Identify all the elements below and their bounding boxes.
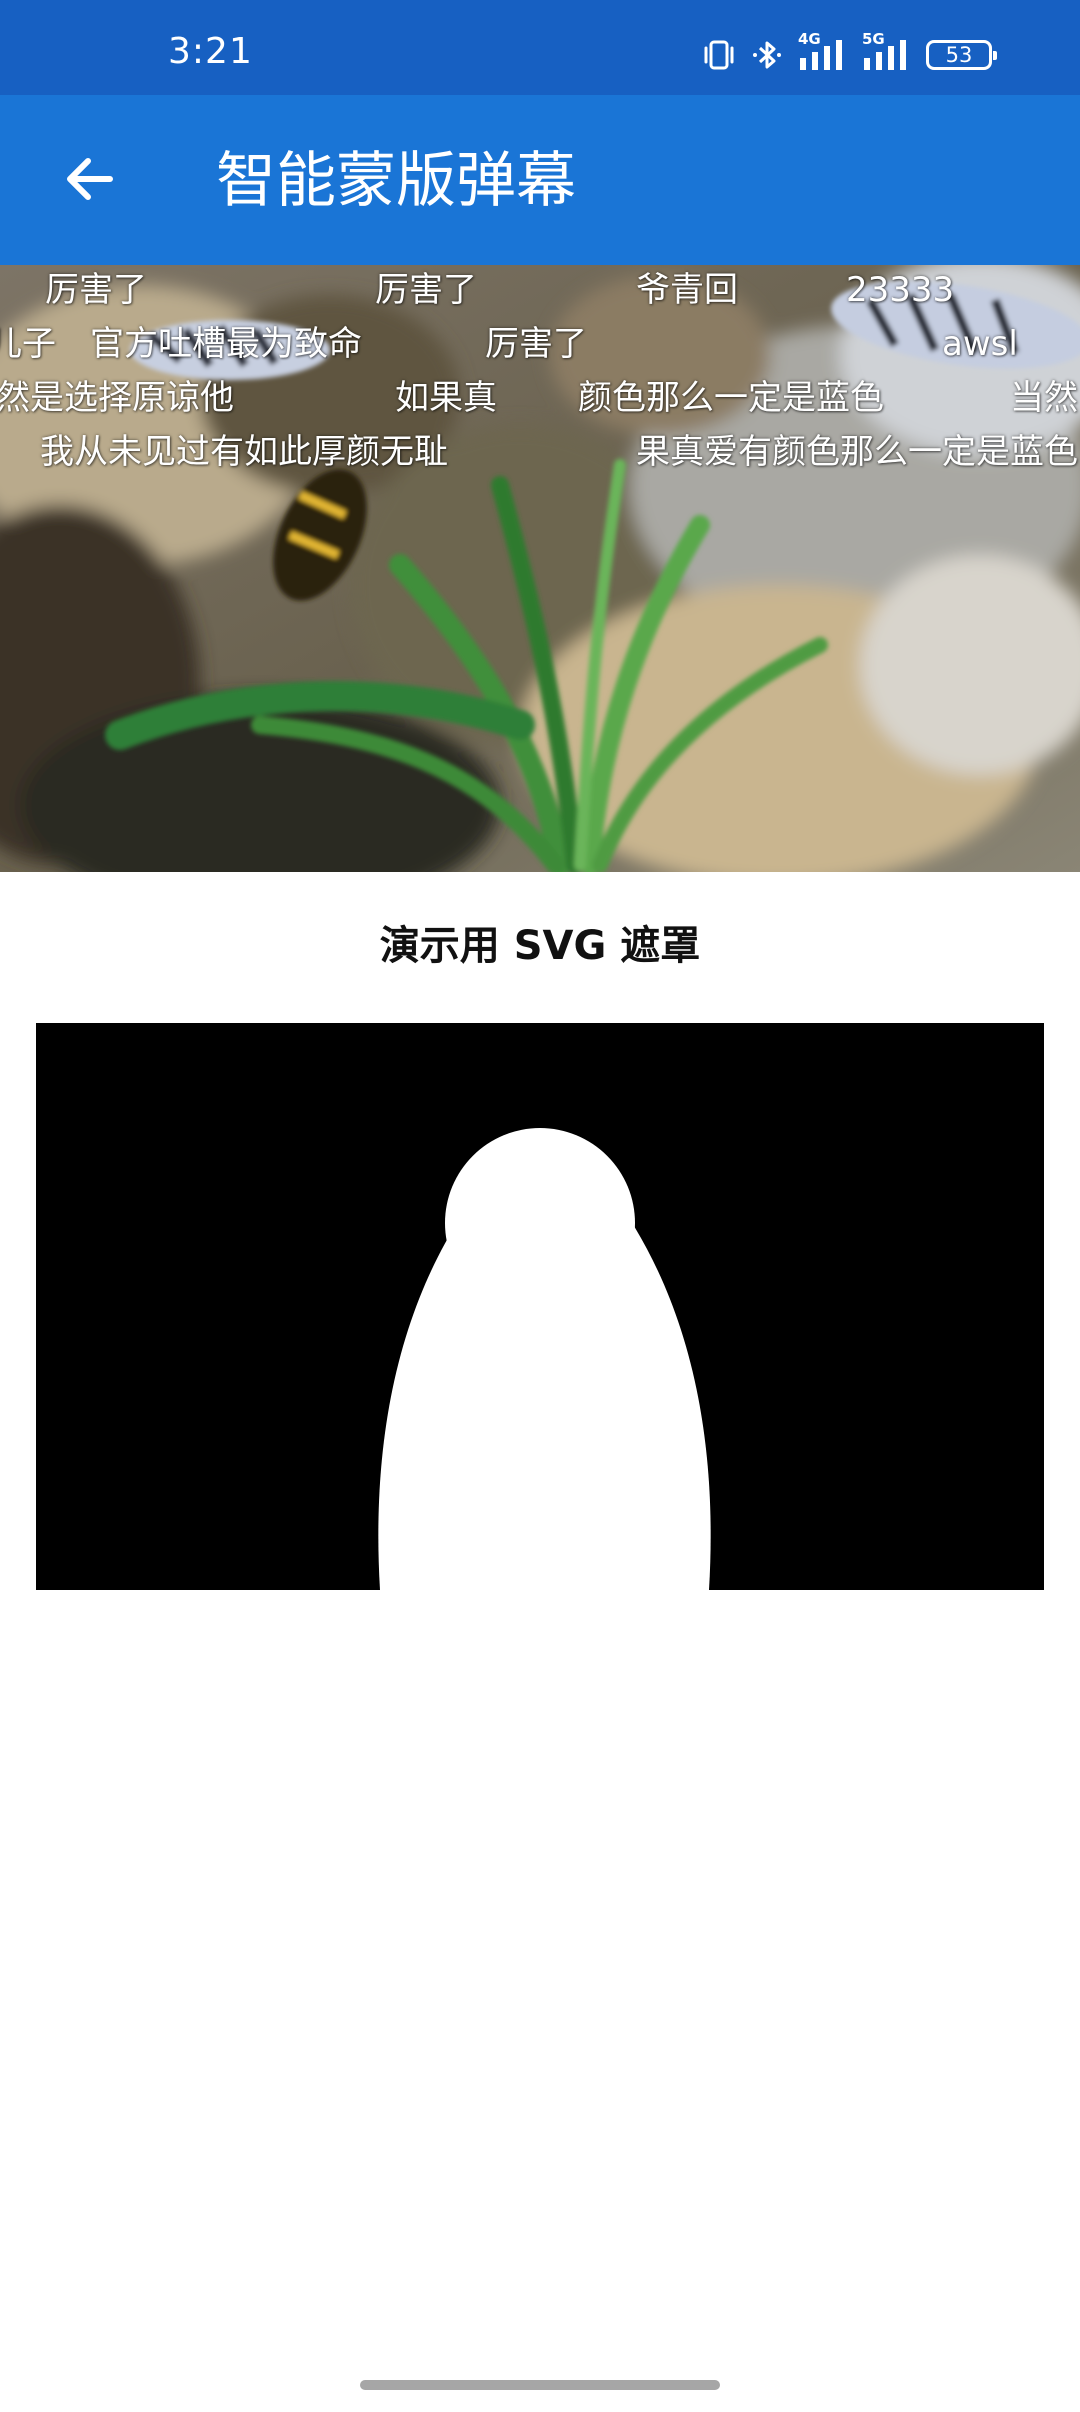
video-player[interactable]: 厉害了 厉害了 爷青回 23333 儿子 官方吐槽最为致命 厉害了 awsl 然… — [0, 265, 1080, 872]
danmaku-comment: 果真爱有颜色那么一定是蓝色 — [636, 432, 1078, 472]
battery-level: 53 — [945, 42, 973, 67]
danmaku-comment: 颜色那么一定是蓝色 — [578, 378, 884, 418]
danmaku-comment: awsl — [942, 324, 1018, 364]
page-title: 智能蒙版弹幕 — [216, 146, 576, 216]
mask-caption: 演示用 SVG 遮罩 — [379, 923, 701, 969]
danmaku-comment: 儿子 — [0, 324, 56, 364]
status-icons: 4G 5G 53 — [702, 32, 997, 72]
danmaku-comment: 然是选择原谅他 — [0, 378, 234, 418]
status-bar: 3:21 4G 5G 53 — [0, 0, 1080, 95]
danmaku-comment: 23333 — [846, 270, 955, 310]
danmaku-comment: 爷青回 — [636, 270, 738, 310]
back-button[interactable] — [44, 137, 132, 225]
signal-5g-icon: 5G — [862, 32, 912, 72]
svg-mask-preview — [36, 1023, 1044, 1590]
home-indicator[interactable] — [360, 2380, 720, 2390]
danmaku-comment: 当然 — [1010, 378, 1078, 418]
battery-icon: 53 — [926, 40, 997, 70]
vibrate-icon — [702, 39, 736, 71]
app-bar: 智能蒙版弹幕 — [0, 95, 1080, 265]
person-silhouette — [36, 1023, 1044, 1590]
arrow-left-icon — [60, 151, 116, 211]
signal-4g-icon: 4G — [798, 32, 848, 72]
danmaku-comment: 官方吐槽最为致命 — [90, 324, 362, 364]
danmaku-comment: 厉害了 — [485, 324, 587, 364]
danmaku-comment: 厉害了 — [375, 270, 477, 310]
bluetooth-icon — [750, 38, 784, 72]
danmaku-comment: 如果真 — [395, 378, 497, 418]
status-time: 3:21 — [168, 31, 253, 72]
danmaku-comment: 我从未见过有如此厚颜无耻 — [40, 432, 448, 472]
danmaku-comment: 厉害了 — [45, 270, 147, 310]
